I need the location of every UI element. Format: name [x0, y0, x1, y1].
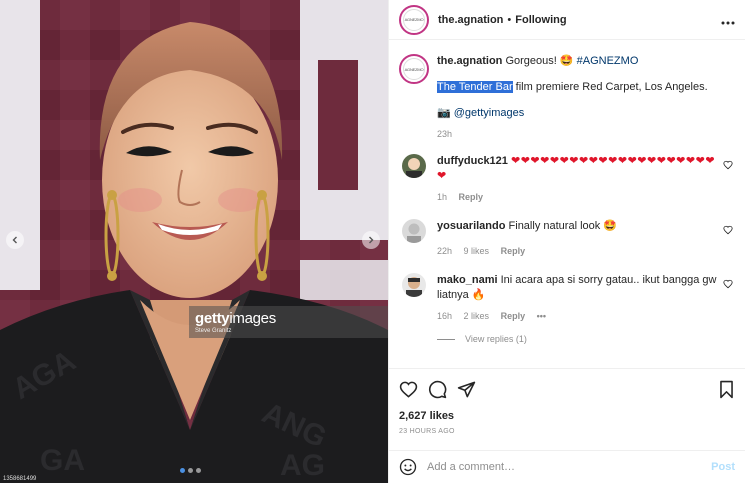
comment-likes[interactable]: 2 likes	[464, 311, 490, 321]
smiley-icon	[399, 458, 417, 476]
view-replies-label: View replies (1)	[465, 334, 527, 344]
comment-text: Finally natural look 🤩	[508, 220, 617, 232]
comment-item: mako_nami Ini acara apa si sorry gatau..…	[399, 273, 735, 324]
post-timestamp[interactable]: 23 HOURS AGO	[399, 428, 735, 435]
share-button[interactable]	[457, 380, 476, 399]
avatar-logo: AGNEZMO	[403, 8, 425, 31]
carousel-dot	[180, 468, 185, 473]
avatar[interactable]: AGNEZMO	[399, 54, 429, 84]
post-caption: AGNEZMO the.agnation Gorgeous! 🤩 #AGNEZM…	[399, 54, 735, 142]
reply-button[interactable]: Reply	[459, 192, 484, 202]
reply-button[interactable]: Reply	[501, 246, 526, 256]
heart-icon[interactable]	[723, 225, 733, 235]
comment-item: yosuarilando Finally natural look 🤩 22h …	[399, 219, 735, 259]
likes-count[interactable]: 2,627 likes	[399, 410, 735, 422]
more-options-button[interactable]	[721, 12, 735, 28]
like-button[interactable]	[399, 380, 418, 399]
watermark-logo-light: images	[229, 310, 276, 327]
comment-time[interactable]: 16h	[437, 311, 452, 321]
carousel-dots	[180, 468, 201, 473]
add-comment-bar: Post	[389, 450, 745, 483]
caption-mention[interactable]: @gettyimages	[454, 107, 524, 119]
comment-time[interactable]: 1h	[437, 192, 447, 202]
commenter-avatar[interactable]	[402, 219, 426, 243]
carousel-dot	[188, 468, 193, 473]
post-actions: 2,627 likes 23 HOURS AGO	[389, 368, 745, 435]
post-comment-button[interactable]: Post	[711, 461, 735, 473]
heart-icon	[399, 381, 418, 398]
commenter-avatar[interactable]	[402, 273, 426, 297]
comment-item: duffyduck121 ❤❤❤❤❤❤❤❤❤❤❤❤❤❤❤❤❤❤❤❤❤❤ 1h R…	[399, 154, 735, 205]
watermark-logo-bold: getty	[195, 310, 230, 327]
chevron-left-icon	[12, 236, 17, 244]
chevron-right-icon	[369, 236, 374, 244]
svg-text:GA: GA	[40, 444, 85, 477]
view-replies-button[interactable]: View replies (1)	[437, 334, 735, 344]
avatar-logo: AGNEZMO	[403, 58, 425, 80]
header-username[interactable]: the.agnation	[438, 14, 503, 26]
svg-text:AG: AG	[280, 449, 325, 482]
post-photo: AGA ANG GA AG	[0, 0, 388, 483]
caption-highlighted-text: The Tender Bar	[437, 81, 513, 93]
heart-icon[interactable]	[723, 279, 733, 289]
header-separator: •	[507, 13, 512, 26]
comment-username[interactable]: duffyduck121	[437, 155, 508, 167]
image-id: 1358681499	[3, 476, 37, 482]
carousel-dot	[196, 468, 201, 473]
caption-time[interactable]: 23h	[437, 129, 452, 139]
comment-bubble-icon	[428, 380, 447, 398]
more-horizontal-icon	[721, 21, 735, 24]
paper-plane-icon	[457, 381, 476, 397]
caption-hashtag[interactable]: #AGNEZMO	[577, 55, 639, 67]
emoji-button[interactable]	[399, 458, 417, 476]
post-header: AGNEZMO the.agnation • Following	[389, 0, 745, 40]
carousel-prev-button[interactable]	[6, 231, 24, 249]
save-button[interactable]	[718, 380, 735, 399]
following-button[interactable]: Following	[515, 14, 566, 26]
avatar[interactable]: AGNEZMO	[399, 4, 429, 35]
replies-divider	[437, 338, 455, 340]
comment-username[interactable]: mako_nami	[437, 274, 498, 286]
post-side-panel: AGNEZMO the.agnation • Following AGNEZMO…	[388, 0, 745, 483]
camera-icon: 📷	[437, 107, 451, 119]
getty-watermark: gettyimages Steve Granitz	[189, 306, 388, 338]
caption-username[interactable]: the.agnation	[437, 55, 502, 67]
comment-likes[interactable]: 9 likes	[464, 246, 490, 256]
post-media[interactable]: AGA ANG GA AG gettyimages Steve Granitz …	[0, 0, 388, 483]
commenter-avatar[interactable]	[402, 154, 426, 178]
reply-button[interactable]: Reply	[501, 311, 526, 321]
heart-icon[interactable]	[723, 160, 733, 170]
comment-input[interactable]	[427, 461, 697, 473]
carousel-next-button[interactable]	[362, 231, 380, 249]
bookmark-icon	[720, 380, 733, 398]
comment-more-button[interactable]: •••	[537, 311, 546, 321]
caption-line2: film premiere Red Carpet, Los Angeles.	[512, 81, 708, 93]
comment-time[interactable]: 22h	[437, 246, 452, 256]
comment-username[interactable]: yosuarilando	[437, 220, 505, 232]
comments-list[interactable]: AGNEZMO the.agnation Gorgeous! 🤩 #AGNEZM…	[389, 40, 745, 368]
caption-text: Gorgeous! 🤩	[505, 55, 574, 67]
watermark-credit: Steve Granitz	[195, 328, 232, 334]
comment-button[interactable]	[428, 380, 447, 399]
